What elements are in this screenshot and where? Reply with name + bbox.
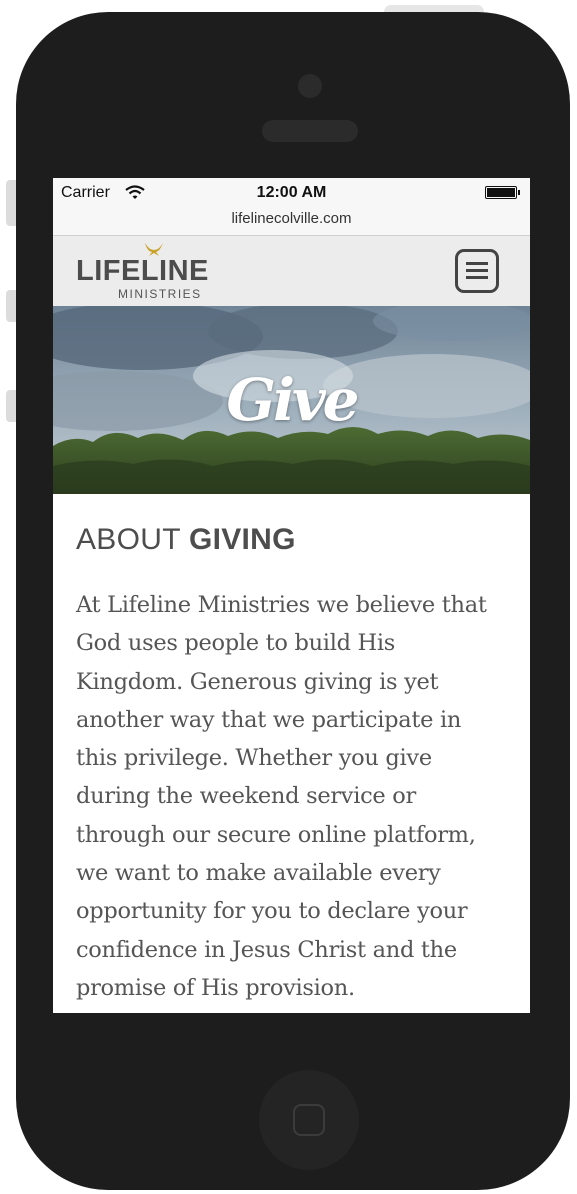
browser-status-bar: Carrier 12:00 AM lifelinecolville.com [53,178,530,236]
address-bar-url[interactable]: lifelinecolville.com [53,210,530,227]
phone-screen: Carrier 12:00 AM lifelinecolville.com LI… [53,178,530,1013]
logo-subtitle: MINISTRIES [118,287,202,301]
hero-title: Give [226,366,359,434]
home-button[interactable] [259,1070,359,1170]
front-camera [298,74,322,98]
heading-light: ABOUT [76,523,181,556]
main-content: ABOUT GIVING At Lifeline Ministries we b… [53,494,530,1007]
body-paragraph: At Lifeline Ministries we believe that G… [76,592,487,1001]
logo-wordmark: LIFELINE [76,255,209,287]
earpiece-speaker [262,120,358,142]
site-header: LIFELINE MINISTRIES [53,236,530,306]
clock: 12:00 AM [256,184,327,201]
home-square-icon [293,1104,325,1136]
heading-bold: GIVING [188,523,296,556]
hamburger-menu-icon[interactable] [455,249,499,293]
hero-banner: Give [53,306,530,494]
battery-icon [485,186,520,199]
section-heading: ABOUT GIVING [76,520,507,560]
